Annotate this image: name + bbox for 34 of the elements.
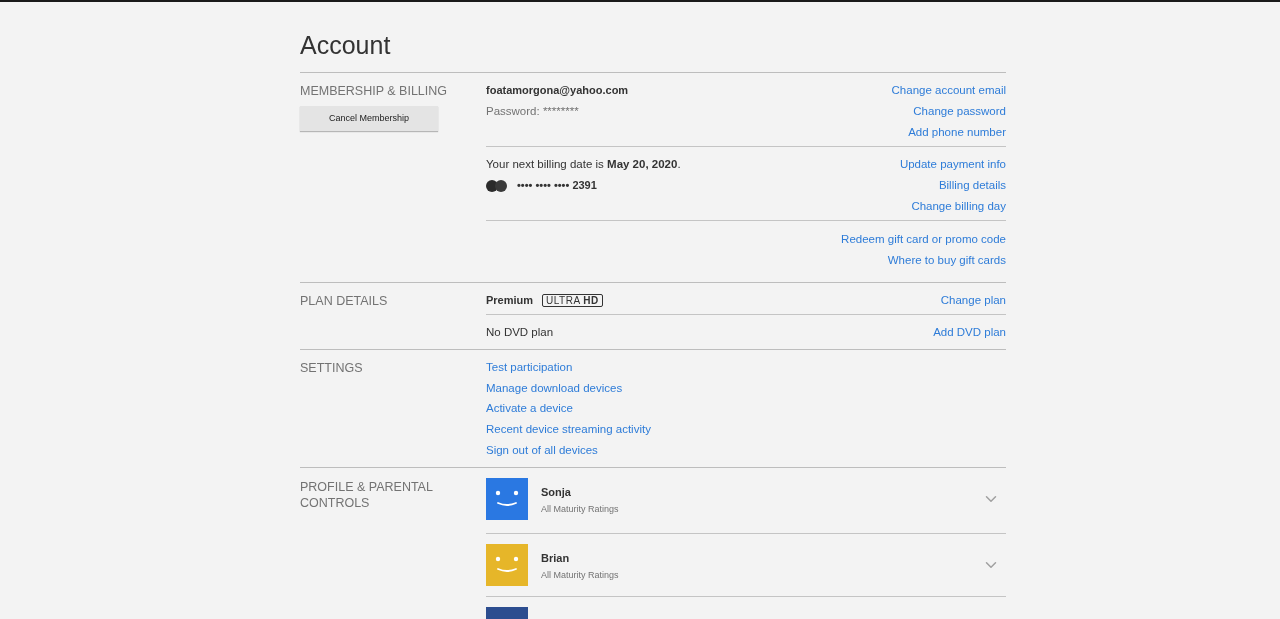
billing-link[interactable]: Billing details — [938, 175, 1006, 196]
profile-name: Brian — [541, 551, 570, 565]
account-email: foatamorgona@yahoo.com — [486, 83, 629, 98]
plan-name: Premium — [486, 293, 534, 308]
account-link[interactable]: Change account email — [891, 80, 1006, 101]
settings-link[interactable]: Test participation — [486, 357, 573, 378]
cancel-membership-button[interactable]: Cancel Membership — [300, 106, 438, 131]
settings-link[interactable]: Activate a device — [486, 398, 573, 420]
change-plan-link[interactable]: Change plan — [940, 290, 1006, 311]
maturity-rating-text: All Maturity Ratings — [541, 502, 619, 516]
section-heading: PROFILE & PARENTAL CONTROLS — [300, 478, 434, 511]
gift-card-link[interactable]: Where to buy gift cards — [887, 250, 1006, 271]
account-link[interactable]: Change password — [913, 101, 1006, 122]
card-number: •••• •••• •••• 2391 — [517, 178, 597, 193]
credit-card-logo-icon — [486, 179, 507, 192]
settings-link[interactable]: Recent device streaming activity — [486, 419, 651, 440]
quality-badge: ULTRA HD — [542, 294, 603, 307]
password-text: Password: ******** — [486, 104, 579, 119]
maturity-rating-text: All Maturity Ratings — [541, 568, 619, 582]
dvd-plan-text: No DVD plan — [486, 325, 554, 340]
profile-name: Sonja — [541, 485, 571, 499]
billing-link[interactable]: Change billing day — [911, 196, 1006, 217]
smiley-face-avatar-icon[interactable] — [486, 477, 528, 520]
page-title: Account — [300, 30, 391, 60]
settings-link[interactable]: Manage download devices — [486, 377, 623, 399]
settings-link[interactable]: Sign out of all devices — [486, 439, 598, 461]
section-heading: PLAN DETAILS — [300, 293, 389, 310]
billing-link[interactable]: Update payment info — [899, 154, 1006, 175]
dvd-plan-link[interactable]: Add DVD plan — [933, 322, 1006, 343]
gift-card-link[interactable]: Redeem gift card or promo code — [841, 229, 1006, 250]
billing-date-text: Your next billing date is May 20, 2020. — [486, 157, 681, 172]
section-heading: SETTINGS — [300, 360, 364, 377]
account-link[interactable]: Add phone number — [908, 122, 1006, 143]
section-heading: MEMBERSHIP & BILLING — [300, 83, 449, 100]
